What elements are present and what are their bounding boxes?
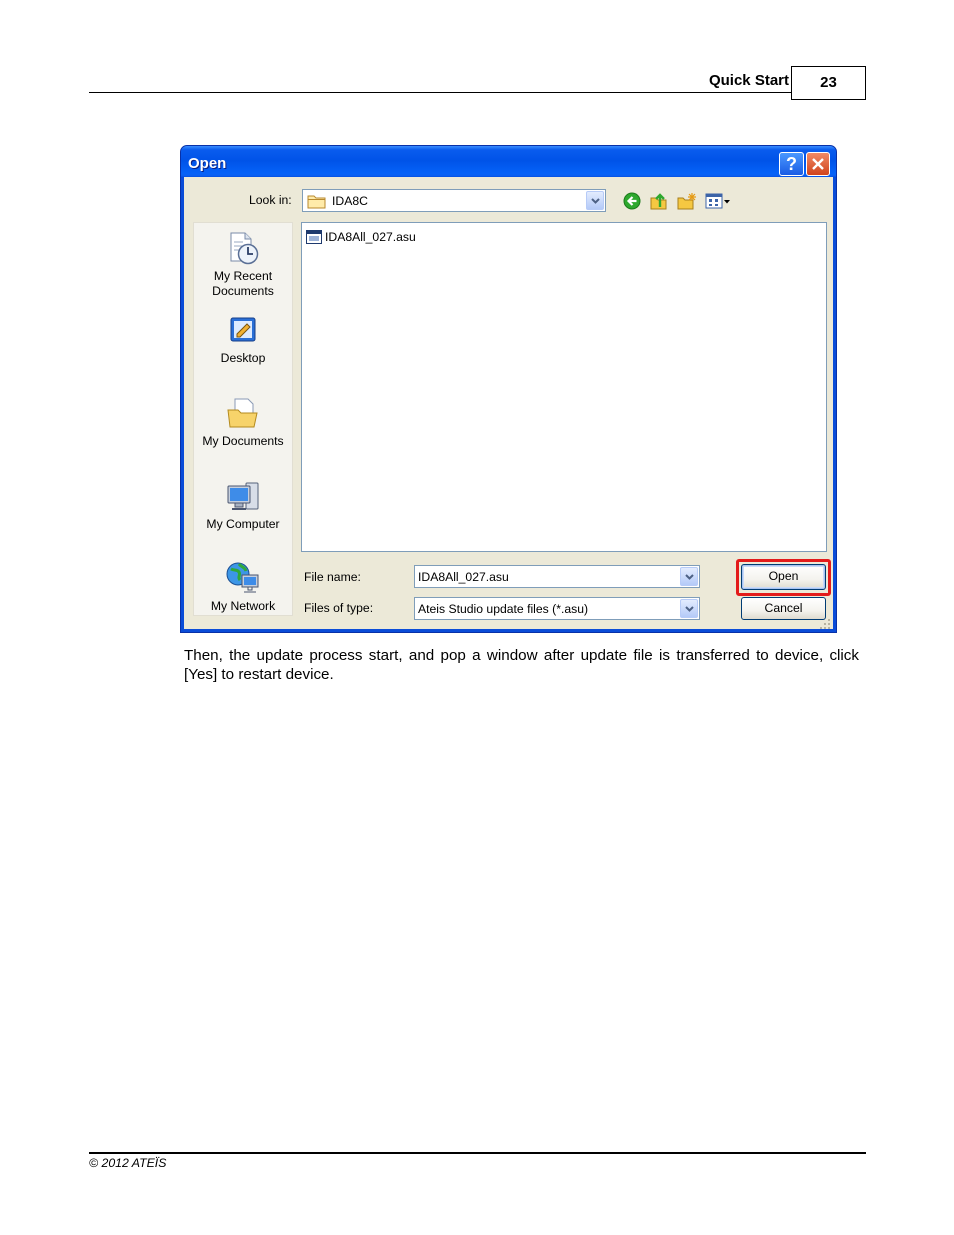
my-network-icon: [223, 561, 263, 595]
file-list[interactable]: IDA8All_027.asu: [301, 222, 827, 552]
header-rule: [89, 92, 791, 93]
dialog-title: Open: [188, 155, 227, 172]
open-dialog: Open ? Look in: IDA8C My Recent Document…: [180, 145, 837, 633]
views-menu-icon: [705, 193, 730, 209]
section-title: Quick Start: [708, 72, 789, 89]
place-desktop[interactable]: Desktop: [194, 313, 292, 366]
my-recent-documents-icon: [223, 231, 263, 265]
places-bar: My Recent Documents Desktop My Documents…: [193, 222, 293, 616]
file-type-value: Ateis Studio update files (*.asu): [418, 602, 589, 616]
asu-file-icon: [306, 229, 322, 245]
place-label: Documents: [212, 284, 274, 298]
place-label: My Computer: [206, 517, 280, 531]
new-folder-button[interactable]: [677, 192, 697, 210]
place-my-recent-documents[interactable]: My Recent Documents: [194, 231, 292, 299]
help-button[interactable]: ?: [779, 152, 804, 176]
place-label: My Network: [210, 599, 276, 613]
page-number: 23: [791, 66, 866, 100]
chevron-down-icon[interactable]: [586, 191, 604, 210]
close-icon: [812, 158, 824, 170]
folder-icon: [307, 193, 327, 214]
file-name-field[interactable]: IDA8All_027.asu: [414, 565, 700, 588]
back-icon: [623, 192, 641, 210]
up-one-level-button[interactable]: [650, 192, 668, 210]
place-label: Desktop: [220, 351, 266, 365]
chevron-down-icon[interactable]: [680, 599, 698, 618]
views-menu-button[interactable]: [705, 192, 732, 210]
desktop-icon: [223, 313, 263, 347]
place-my-network[interactable]: My Network: [194, 561, 292, 614]
copyright: © 2012 ATEÏS: [89, 1156, 167, 1170]
file-name-label: File name:: [304, 570, 361, 584]
look-in-combo[interactable]: IDA8C: [302, 189, 606, 212]
new-folder-icon: [677, 193, 696, 210]
place-label: My Documents: [202, 434, 284, 448]
my-documents-icon: [223, 396, 263, 430]
file-type-select[interactable]: Ateis Studio update files (*.asu): [414, 597, 700, 620]
place-my-computer[interactable]: My Computer: [194, 479, 292, 532]
up-one-level-icon: [650, 193, 667, 210]
my-computer-icon: [223, 479, 263, 513]
instruction-paragraph: Then, the update process start, and pop …: [184, 647, 859, 683]
look-in-value: IDA8C: [332, 194, 368, 208]
help-icon: ?: [786, 154, 797, 174]
footer-rule: [89, 1152, 866, 1154]
back-button[interactable]: [623, 192, 641, 210]
file-item[interactable]: IDA8All_027.asu: [306, 228, 416, 245]
cancel-button[interactable]: Cancel: [741, 597, 826, 620]
place-my-documents[interactable]: My Documents: [194, 396, 292, 449]
file-name-text: IDA8All_027.asu: [325, 229, 416, 244]
chevron-down-icon[interactable]: [680, 567, 698, 586]
place-label: My Recent: [213, 269, 273, 283]
file-name-value: IDA8All_027.asu: [418, 570, 509, 584]
look-in-label: Look in:: [249, 193, 292, 207]
file-type-label: Files of type:: [304, 601, 374, 615]
dialog-title-bar[interactable]: Open ?: [181, 146, 836, 178]
size-grip-icon[interactable]: [819, 617, 831, 629]
close-button[interactable]: [806, 152, 830, 176]
open-button[interactable]: Open: [741, 564, 826, 590]
